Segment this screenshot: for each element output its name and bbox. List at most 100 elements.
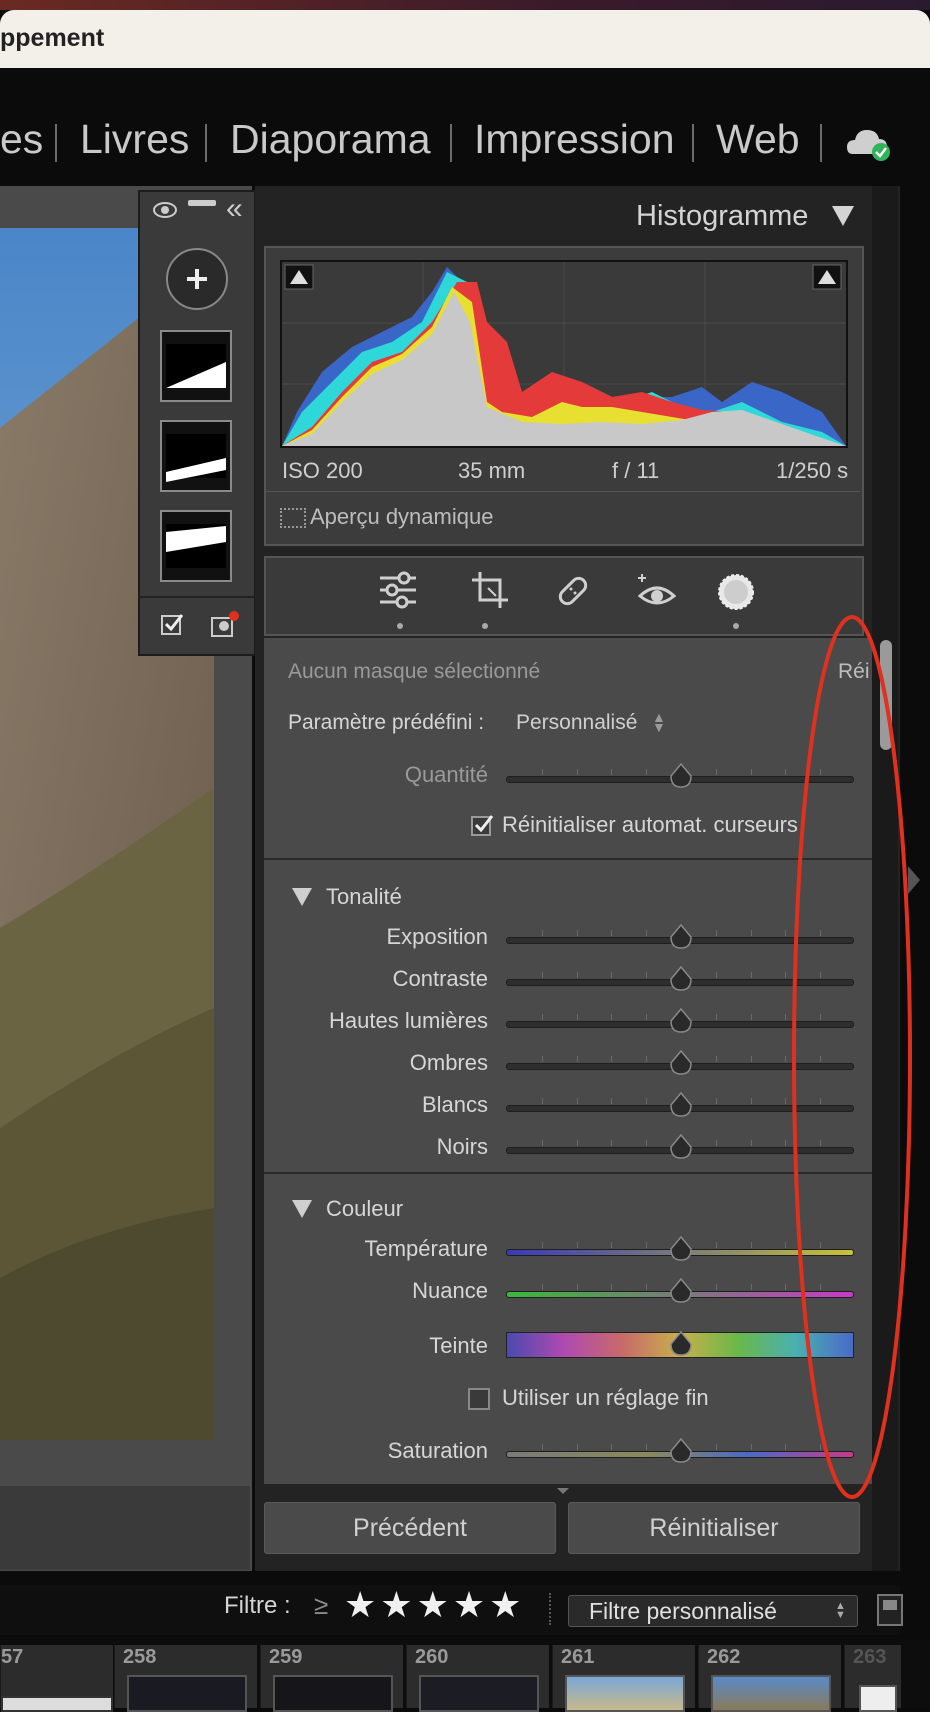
slider-tick bbox=[576, 1098, 578, 1104]
filmstrip-cell[interactable]: 261 bbox=[552, 1645, 695, 1712]
histogram-focal: 35 mm bbox=[458, 458, 526, 483]
slider-tick bbox=[646, 1284, 648, 1290]
slider-tick bbox=[750, 1284, 752, 1290]
slider-tick bbox=[715, 1242, 717, 1248]
mask-thumb-2[interactable] bbox=[160, 420, 232, 492]
slider-tick bbox=[611, 1098, 613, 1104]
custom-filter-label: Filtre personnalisé bbox=[589, 1598, 777, 1624]
slider-tick bbox=[541, 1242, 543, 1248]
histogram-collapse-icon[interactable] bbox=[832, 206, 854, 226]
collapse-chevron-icon[interactable]: « bbox=[226, 192, 243, 226]
shadow-clipping-icon[interactable] bbox=[284, 264, 314, 295]
slider-tick bbox=[541, 972, 543, 978]
slider-tick bbox=[715, 1444, 717, 1450]
previous-button[interactable]: Précédent bbox=[264, 1502, 556, 1554]
divider bbox=[140, 596, 254, 598]
contraste-label: Contraste bbox=[392, 966, 488, 991]
filmstrip-cell[interactable]: 262 bbox=[698, 1645, 841, 1712]
cell-thumb bbox=[711, 1675, 831, 1712]
star-icon[interactable]: ★ bbox=[417, 1584, 453, 1625]
couleur-collapse-icon[interactable] bbox=[292, 1200, 312, 1218]
annotation-ellipse bbox=[780, 612, 930, 1507]
cloud-sync-icon[interactable] bbox=[845, 126, 893, 167]
slider-tick bbox=[646, 1242, 648, 1248]
tonalite-collapse-icon[interactable] bbox=[292, 888, 312, 906]
auto-reset-label[interactable]: Réinitialiser automat. curseurs bbox=[502, 812, 798, 838]
mask-status: Aucun masque sélectionné bbox=[288, 660, 541, 683]
slider-tick bbox=[611, 1284, 613, 1290]
filmstrip-cell[interactable]: 57 bbox=[0, 1645, 113, 1712]
slider-tick bbox=[715, 1056, 717, 1062]
auto-reset-checkbox[interactable] bbox=[470, 813, 494, 842]
couleur-header[interactable]: Couleur bbox=[326, 1196, 403, 1222]
slider-tick bbox=[750, 1140, 752, 1146]
mask-icon[interactable] bbox=[716, 572, 756, 617]
slider-tick bbox=[750, 930, 752, 936]
redeye-icon[interactable] bbox=[636, 570, 678, 617]
nav-separator bbox=[205, 124, 207, 162]
nav-item-web[interactable]: Web bbox=[716, 116, 800, 163]
show-overlay-checkbox[interactable] bbox=[160, 612, 184, 641]
slider-tick bbox=[750, 1444, 752, 1450]
slider-tick bbox=[715, 1014, 717, 1020]
histogram-title[interactable]: Histogramme bbox=[636, 200, 808, 233]
eye-icon[interactable] bbox=[152, 200, 178, 225]
add-mask-button[interactable] bbox=[166, 248, 228, 310]
slider-tick bbox=[646, 1014, 648, 1020]
slider-tick bbox=[541, 769, 543, 775]
slider-tick bbox=[576, 769, 578, 775]
star-icon[interactable]: ★ bbox=[380, 1584, 416, 1625]
slider-tick bbox=[576, 1014, 578, 1020]
cell-number: 259 bbox=[269, 1646, 303, 1668]
heal-icon[interactable] bbox=[552, 570, 594, 617]
teinte-label: Teinte bbox=[429, 1333, 488, 1358]
star-icon[interactable]: ★ bbox=[344, 1584, 380, 1625]
filter-stars[interactable]: ★★★★★ bbox=[344, 1584, 525, 1626]
slider-tick bbox=[611, 972, 613, 978]
slider-tick bbox=[576, 1056, 578, 1062]
dropdown-updown-icon[interactable]: ▲ ▼ bbox=[652, 710, 666, 734]
mask-thumb-1[interactable] bbox=[160, 330, 232, 402]
sliders-icon[interactable] bbox=[378, 570, 418, 617]
nav-item-livres[interactable]: Livres bbox=[80, 116, 189, 163]
slider-tick bbox=[715, 769, 717, 775]
tool-indicator bbox=[397, 623, 403, 629]
nav-item-diaporama[interactable]: Diaporama bbox=[230, 116, 431, 163]
slider-tick bbox=[750, 769, 752, 775]
reset-button[interactable]: Réinitialiser bbox=[568, 1502, 860, 1554]
star-icon[interactable]: ★ bbox=[489, 1584, 525, 1625]
overlay-options-icon[interactable] bbox=[210, 610, 240, 643]
highlight-clipping-icon[interactable] bbox=[812, 264, 842, 295]
histogram-graph bbox=[280, 260, 848, 448]
nav-separator bbox=[820, 124, 822, 162]
slider-tick bbox=[715, 1140, 717, 1146]
filter-operator[interactable]: ≥ bbox=[314, 1590, 328, 1621]
custom-filter-dropdown[interactable]: Filtre personnalisé ▲ ▼ bbox=[568, 1595, 858, 1627]
tonalite-header[interactable]: Tonalité bbox=[326, 884, 402, 910]
window-titlebar bbox=[0, 10, 930, 68]
filmstrip-cell[interactable]: 259 bbox=[260, 1645, 403, 1712]
filmstrip-cell[interactable]: 263 bbox=[844, 1645, 901, 1712]
dynamic-preview-checkbox[interactable] bbox=[280, 508, 306, 528]
star-icon[interactable]: ★ bbox=[453, 1584, 489, 1625]
fine-adjust-label[interactable]: Utiliser un réglage fin bbox=[502, 1385, 709, 1411]
cell-thumb bbox=[419, 1675, 539, 1712]
dynamic-preview-label[interactable]: Aperçu dynamique bbox=[310, 504, 493, 530]
filter-lock-icon[interactable] bbox=[877, 1594, 903, 1626]
minimize-icon[interactable] bbox=[188, 200, 216, 206]
nav-item-impression[interactable]: Impression bbox=[474, 116, 675, 163]
histogram-shutter: 1/250 s bbox=[776, 458, 849, 483]
nav-item-partial[interactable]: es bbox=[0, 116, 43, 163]
preset-dropdown[interactable]: Personnalisé bbox=[516, 711, 637, 735]
slider-tick bbox=[646, 769, 648, 775]
filmstrip-cell[interactable]: 260 bbox=[406, 1645, 549, 1712]
fine-adjust-checkbox[interactable] bbox=[468, 1388, 490, 1410]
mask-thumb-3[interactable] bbox=[160, 510, 232, 582]
slider-tick bbox=[611, 1056, 613, 1062]
crop-icon[interactable] bbox=[470, 570, 510, 617]
noirs-label: Noirs bbox=[436, 1134, 488, 1159]
filmstrip-cell[interactable]: 258 bbox=[114, 1645, 257, 1712]
slider-tick bbox=[715, 1284, 717, 1290]
slider-tick bbox=[750, 1098, 752, 1104]
tool-indicator bbox=[733, 623, 739, 629]
